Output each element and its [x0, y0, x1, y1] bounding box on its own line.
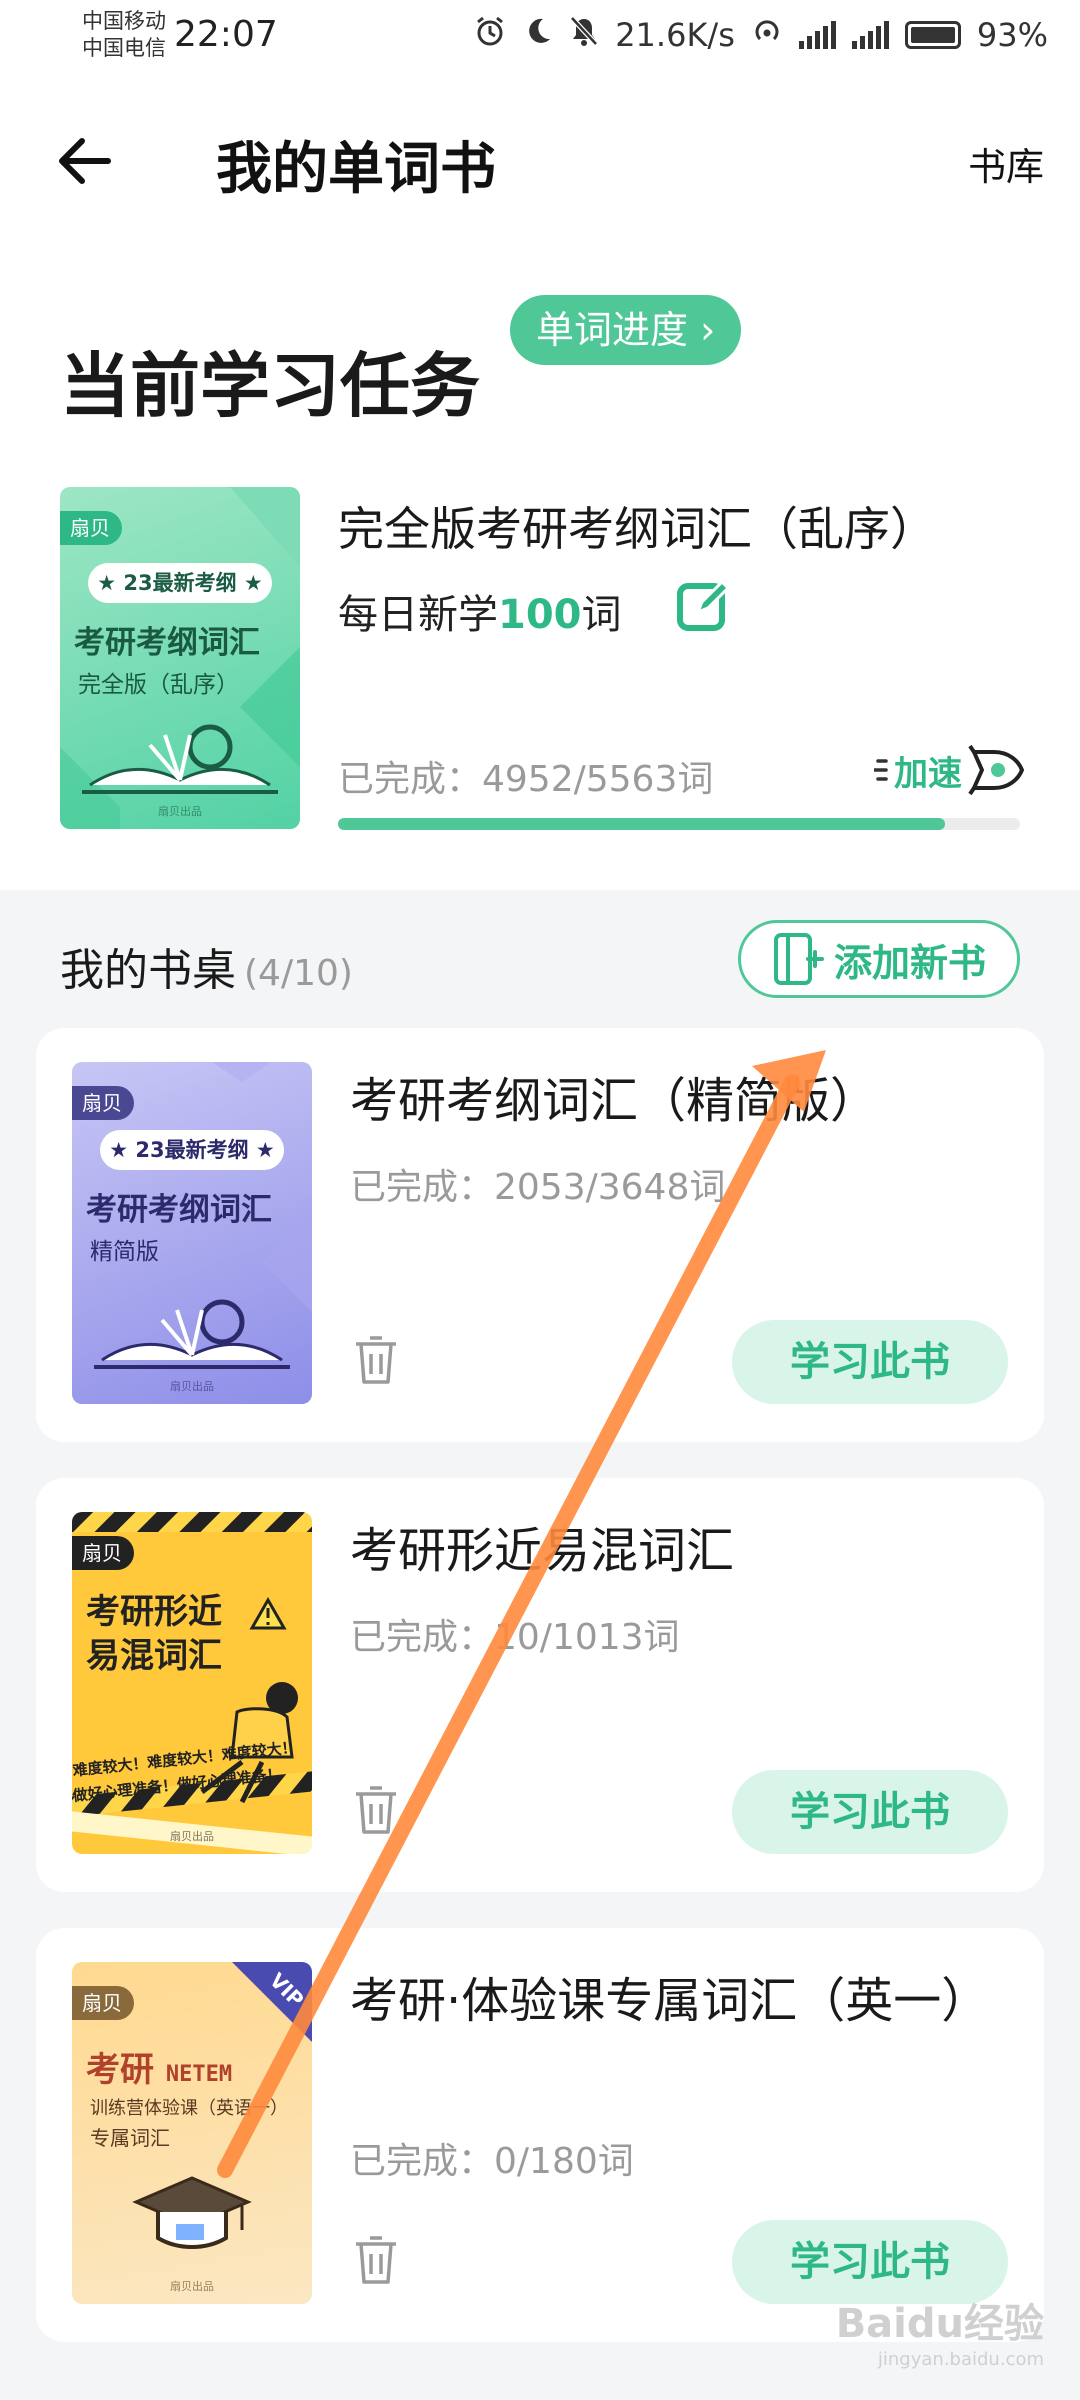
edit-icon: [677, 579, 731, 631]
mute-bell-icon: [569, 15, 599, 55]
cover-title-cn: 考研: [86, 2050, 154, 2090]
cover-title-line-1: 考研形近: [86, 1592, 222, 1632]
book-cover: 扇贝 ★ 23最新考纲 ★ 考研考纲词汇 精简版 扇贝出品: [72, 1062, 312, 1404]
book-completed-count: 已完成：2053/3648词: [350, 1167, 726, 1208]
carrier-info: 中国移动 中国电信: [82, 8, 166, 62]
add-new-book-button[interactable]: 添加新书: [738, 920, 1020, 998]
cover-brand-label: 扇贝: [72, 1086, 134, 1120]
desk-book-card[interactable]: 扇贝 考研形近 易混词汇 难度较大！难度较大！难度较大！ 做好心理准备！做好心理…: [36, 1478, 1044, 1892]
daily-plan: 每日新学100词: [338, 582, 622, 640]
page-title: 我的单词书: [216, 137, 496, 202]
current-book-title: 完全版考研考纲词汇（乱序）: [338, 502, 936, 556]
daily-plan-prefix: 每日新学: [338, 592, 498, 638]
trash-icon: [356, 2236, 396, 2284]
moon-icon: [523, 16, 553, 54]
desk-heading: 我的书桌 (4/10): [60, 934, 353, 998]
current-task-heading: 当前学习任务: [60, 345, 480, 427]
cover-title-line-2: 易混词汇: [86, 1636, 222, 1676]
app-header: 我的单词书 书库: [0, 100, 1080, 220]
cover-title-en: NETEM: [165, 2062, 233, 2087]
delete-book-button[interactable]: [352, 1334, 400, 1386]
cover-publisher: 扇贝出品: [158, 805, 202, 818]
study-this-book-button[interactable]: 学习此书: [732, 1770, 1008, 1854]
book-completed-count: 已完成：0/180词: [350, 2141, 634, 2182]
book-cover: 扇贝 VIP 考研 NETEM 训练营体验课（英语一） 专属词汇 扇贝出品: [72, 1962, 312, 2304]
delete-book-button[interactable]: [352, 1784, 400, 1836]
carrier-1: 中国移动: [82, 9, 166, 33]
cover-publisher: 扇贝出品: [170, 2280, 214, 2293]
status-icons: 21.6K/s 93%: [473, 14, 1048, 56]
status-bar: 中国移动 中国电信 22:07 21.6K/s 93%: [0, 0, 1080, 78]
watermark-brand: Baidu经验: [835, 2301, 1044, 2347]
status-time: 22:07: [174, 14, 278, 55]
delete-book-button[interactable]: [352, 2234, 400, 2286]
cover-brand-label: 扇贝: [72, 1986, 134, 2020]
cover-brand-label: 扇贝: [72, 1536, 134, 1570]
signal-icon: [851, 21, 889, 49]
study-progress-fill: [338, 818, 945, 830]
book-cover: 扇贝 考研形近 易混词汇 难度较大！难度较大！难度较大！ 做好心理准备！做好心理…: [72, 1512, 312, 1854]
cover-subtitle: 训练营体验课（英语一）: [90, 2098, 288, 2119]
book-completed-count: 已完成：10/1013词: [350, 1617, 680, 1658]
cover-title: 考研考纲词汇: [74, 625, 260, 661]
speed-lines-icon: [874, 759, 888, 781]
desk-book-card[interactable]: 扇贝 VIP 考研 NETEM 训练营体验课（英语一） 专属词汇 扇贝出品 考研…: [36, 1928, 1044, 2342]
cover-brand-label: 扇贝: [60, 511, 122, 545]
battery-percent: 93%: [976, 16, 1048, 54]
study-progress-bar: [338, 818, 1020, 830]
cover-publisher: 扇贝出品: [170, 1380, 214, 1393]
battery-icon: [904, 21, 961, 49]
signal-icon: [798, 21, 836, 49]
daily-plan-count: 100: [498, 592, 582, 638]
cover-publisher: 扇贝出品: [170, 1830, 214, 1843]
desk-title: 我的书桌: [60, 945, 236, 996]
daily-plan-suffix: 词: [581, 592, 622, 638]
trash-icon: [356, 1336, 396, 1384]
cover-badge: ★ 23最新考纲 ★: [100, 1130, 284, 1170]
desk-book-card[interactable]: 扇贝 ★ 23最新考纲 ★ 考研考纲词汇 精简版 扇贝出品 考研考纲词汇（精简版…: [36, 1028, 1044, 1442]
cover-subtitle: 专属词汇: [90, 2126, 170, 2150]
library-link[interactable]: 书库: [968, 136, 1044, 191]
book-title: 考研考纲词汇（精简版）: [350, 1073, 879, 1129]
cover-title: 考研 NETEM: [86, 2042, 304, 2091]
book-title: 考研·体验课专属词汇（英一）: [350, 1973, 990, 2029]
back-button[interactable]: [50, 126, 120, 196]
watermark-url: jingyan.baidu.com: [877, 2349, 1044, 2370]
edit-plan-button[interactable]: [674, 576, 734, 636]
cover-subtitle: 完全版（乱序）: [78, 672, 239, 698]
my-desk-section: 我的书桌 (4/10) 添加新书 扇贝 ★ 23最新考纲 ★ 考研考纲词汇 精简版…: [0, 890, 1080, 2400]
hotspot-icon: [751, 15, 783, 55]
cover-title: 考研考纲词汇: [86, 1192, 272, 1228]
current-completed-count: 已完成：4952/5563词: [338, 759, 714, 800]
speedup-button[interactable]: 加速: [874, 740, 1024, 800]
add-book-icon: [773, 933, 824, 985]
network-speed: 21.6K/s: [615, 16, 735, 54]
cover-subtitle: 精简版: [90, 1239, 159, 1265]
book-title: 考研形近易混词汇: [350, 1523, 735, 1579]
rocket-icon: [968, 744, 1024, 796]
study-this-book-button[interactable]: 学习此书: [732, 1320, 1008, 1404]
add-new-book-label: 添加新书: [833, 940, 986, 985]
speedup-label: 加速: [894, 753, 962, 794]
trash-icon: [356, 1786, 396, 1834]
word-progress-button[interactable]: 单词进度 ›: [510, 295, 742, 365]
current-book-cover[interactable]: 扇贝 ★ 23最新考纲 ★ 考研考纲词汇 完全版（乱序） 扇贝出品: [60, 487, 300, 829]
carrier-2: 中国电信: [82, 36, 166, 60]
cover-badge: ★ 23最新考纲 ★: [88, 563, 272, 603]
desk-count: (4/10): [244, 953, 353, 994]
watermark: Baidu经验 jingyan.baidu.com: [836, 2291, 1044, 2370]
alarm-icon: [473, 14, 507, 56]
back-arrow-icon: [59, 138, 111, 184]
